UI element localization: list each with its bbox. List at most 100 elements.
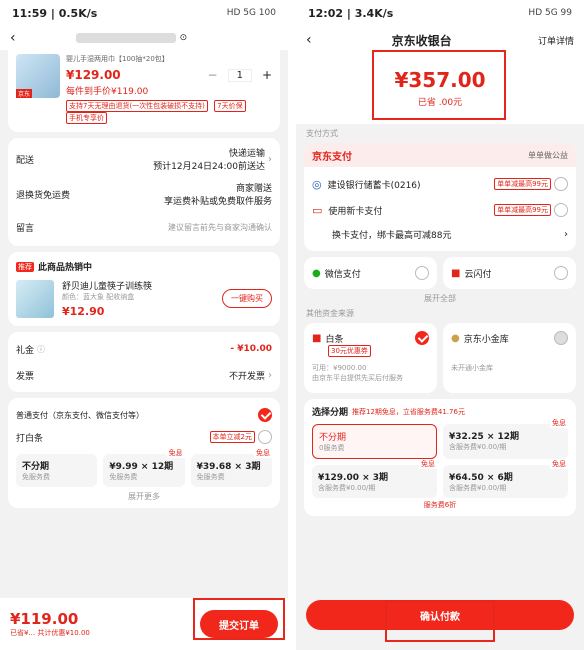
delivery-card: 配送 快递运输 预计12月24日24:00前送达 › 退换货免运费 商家赠送 享… (8, 138, 280, 246)
note-row[interactable]: 留言 建议留言前先与商家沟通确认 (16, 214, 272, 240)
installment-grid: 不分期 0服务费 免息 ¥32.25 × 12期 含服务费¥0.00/期 免息 … (312, 418, 568, 498)
product-card: 京东 婴儿手湿两用巾【100抽*20包】 ¥129.00 − 1 + 每件到手价… (8, 50, 280, 132)
jdpay-logo: 京东支付 (312, 151, 352, 163)
baitiao-icon: ■ (312, 332, 322, 344)
baitiao-option[interactable]: ■ 白条 30元优惠券 可用：¥9000.00 由京东平台提供先买后付服务 (304, 323, 437, 393)
new-card-tag: 单单减最高99元 (494, 204, 551, 216)
installment-option[interactable]: 不分期 0服务费 (312, 424, 437, 459)
other-funds-label: 其他资金来源 (306, 309, 354, 318)
installment-card: 选择分期 推荐12期免息，立省服务费41.76元 不分期 0服务费 免息 ¥32… (304, 399, 576, 516)
order-saved: 已省¥... 共计优惠¥10.00 (10, 629, 90, 637)
return-label: 退换货免运费 (16, 190, 71, 201)
page-title: 京东收银台 (391, 33, 452, 48)
installment-option[interactable]: 免息 ¥64.50 × 6期 含服务费¥0.00/期 (443, 459, 568, 498)
qty-value[interactable]: 1 (227, 68, 252, 82)
order-panel: 11:59 | 0.5K/s HD 5G 100 ‹ ⊙ 京东 婴儿手湿两用巾【… (0, 0, 288, 650)
charity-label: 单单做公益 (528, 150, 568, 160)
status-icons: HD 5G 99 (528, 8, 572, 18)
chevron-right-icon: › (564, 228, 568, 240)
new-card-radio[interactable] (554, 203, 568, 217)
ccb-card-row[interactable]: ◎ 建设银行储蓄卡(0216) 单单减最高99元 (312, 171, 568, 197)
back-icon[interactable]: ‹ (10, 30, 16, 46)
tag-return: 支持7天无理由退货(一次性包装破损不支持) (66, 100, 208, 112)
general-pay-radio[interactable] (258, 408, 272, 422)
qr-icon[interactable]: ⊙ (180, 33, 188, 43)
installment-option[interactable]: 不分期 免服务费 (16, 454, 98, 487)
new-card-row[interactable]: ▭ 使用新卡支付 单单减最高99元 (312, 197, 568, 223)
order-header: ‹ ⊙ (0, 26, 288, 50)
switch-card-row[interactable]: 换卡支付，绑卡最高可减88元 › (312, 223, 568, 245)
invoice-row[interactable]: 发票 不开发票 › (16, 362, 272, 388)
option-title: ¥9.99 × 12期 (109, 462, 174, 472)
option-sub: 0服务费 (319, 444, 345, 452)
return-row[interactable]: 退换货免运费 商家赠送 享运费补贴或免费取件服务 (16, 174, 272, 214)
qty-plus-button[interactable]: + (262, 68, 272, 82)
installment-option[interactable]: 免息 ¥9.99 × 12期 免服务费 (103, 448, 185, 487)
baitiao-tag: 本单立减2元 (209, 431, 255, 443)
shop-name-blurred (75, 33, 176, 43)
installment-option[interactable]: 免息 ¥129.00 × 3期 含服务费¥0.00/期 (312, 459, 437, 498)
baitiao-sub: 由京东平台提供先买后付服务 (312, 374, 403, 382)
shipping-eta: 预计12月24日24:00前送达 (153, 162, 265, 172)
new-card-name: 使用新卡支付 (328, 206, 383, 217)
funds-row: ■ 白条 30元优惠券 可用：¥9000.00 由京东平台提供先买后付服务 ● … (304, 323, 576, 393)
hot-item-name[interactable]: 舒贝迪儿童筷子训练筷 (62, 279, 222, 292)
quick-buy-button[interactable]: 一键购买 (222, 289, 272, 308)
unionpay-icon: ■ (451, 267, 461, 279)
tag-mobile-price: 手机专享价 (66, 112, 107, 124)
option-title: 不分期 (319, 433, 347, 443)
hot-item-price: ¥12.90 (62, 305, 105, 318)
status-icons: HD 5G 100 (226, 8, 276, 18)
unionpay-option[interactable]: ■ 云闪付 (443, 257, 576, 289)
wechat-pay-option[interactable]: ● 微信支付 (304, 257, 437, 289)
installment-option[interactable]: 免息 ¥39.68 × 3期 免服务费 (190, 448, 272, 487)
gift-label: 礼金 (16, 345, 35, 356)
baitiao-radio[interactable] (258, 430, 272, 444)
general-pay-label: 普通支付（京东支付、微信支付等） (16, 410, 144, 420)
card-icon: ▭ (312, 203, 323, 217)
status-bar: 12:02 | 3.4K/s HD 5G 99 (296, 0, 584, 26)
expand-more-link[interactable]: 展开更多 (16, 491, 272, 502)
bank-card-radio[interactable] (554, 177, 568, 191)
treasury-radio[interactable] (554, 331, 568, 345)
treasury-name: 京东小金库 (463, 334, 509, 345)
gift-row[interactable]: 礼金 ⓘ - ¥10.00 (16, 336, 272, 362)
status-time: 12:02 (308, 6, 344, 20)
baitiao-radio[interactable] (415, 331, 429, 345)
baitiao-row[interactable]: 打白条 本单立减2元 (16, 426, 272, 448)
tag-price-protect: 7天价保 (214, 100, 246, 112)
general-pay-row[interactable]: 普通支付（京东支付、微信支付等） (16, 404, 272, 426)
wechat-label: 微信支付 (324, 269, 361, 280)
treasury-sub: 未开通小金库 (451, 364, 493, 372)
order-detail-link[interactable]: 订单详情 (538, 34, 574, 47)
baitiao-name: 白条 (325, 334, 344, 345)
product-price: ¥129.00 (66, 68, 121, 82)
chevron-right-icon: › (268, 153, 272, 165)
pay-card: 普通支付（京东支付、微信支付等） 打白条 本单立减2元 不分期 免服务费 免息 … (8, 398, 280, 508)
switch-card-label: 换卡支付，绑卡最高可减88元 (332, 230, 452, 241)
note-input[interactable]: 建议留言前先与商家沟通确认 (168, 222, 272, 233)
hot-badge: 推荐 (16, 261, 34, 272)
installment-promo: 推荐12期免息，立省服务费41.76元 (352, 407, 465, 416)
wechat-radio[interactable] (415, 266, 429, 280)
qty-minus-button[interactable]: − (208, 68, 218, 82)
status-speed: 0.5K/s (58, 6, 98, 20)
back-icon[interactable]: ‹ (306, 32, 312, 48)
note-label: 留言 (16, 223, 35, 234)
info-icon[interactable]: ⓘ (37, 344, 45, 355)
hot-item-image[interactable] (16, 279, 54, 318)
order-total: ¥119.00 (10, 610, 79, 628)
chevron-right-icon: › (268, 369, 272, 381)
installment-option[interactable]: 免息 ¥32.25 × 12期 含服务费¥0.00/期 (443, 418, 568, 459)
product-image[interactable]: 京东 (16, 54, 60, 98)
hot-title: 此商品热销中 (38, 263, 93, 273)
treasury-icon: ● (451, 332, 460, 344)
treasury-option[interactable]: ● 京东小金库 未开通小金库 (443, 323, 576, 393)
option-sub: 含服务费¥0.00/期 (318, 484, 376, 492)
unionpay-radio[interactable] (554, 266, 568, 280)
return-value: 商家赠送 (235, 184, 272, 194)
shipping-row[interactable]: 配送 快递运输 预计12月24日24:00前送达 › (16, 144, 272, 174)
expand-all-link[interactable]: 展开全部 (296, 293, 584, 304)
unit-price: 每件到手价¥119.00 (66, 87, 149, 97)
product-name[interactable]: 婴儿手湿两用巾【100抽*20包】 (66, 54, 272, 64)
